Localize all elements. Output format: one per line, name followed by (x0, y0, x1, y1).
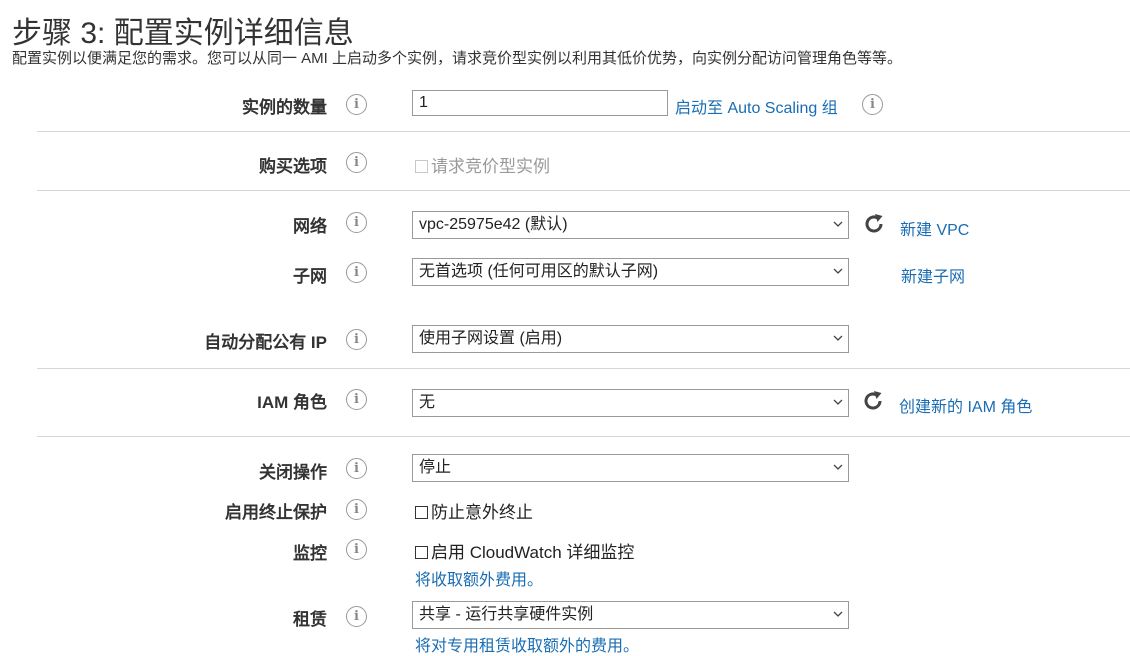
shutdown-select[interactable]: 停止 (412, 454, 849, 482)
subnet-select[interactable]: 无首选项 (任何可用区的默认子网) (412, 258, 849, 286)
instances-info-icon[interactable]: i (346, 94, 367, 115)
refresh-icon[interactable] (861, 389, 885, 413)
iam-info-icon[interactable]: i (346, 389, 367, 410)
monitoring-option[interactable]: 启用 CloudWatch 详细监控 (415, 538, 634, 563)
public-ip-select[interactable]: 使用子网设置 (启用) (412, 325, 849, 353)
auto-scaling-link[interactable]: 启动至 Auto Scaling 组 (675, 94, 838, 118)
network-select[interactable]: vpc-25975e42 (默认) (412, 211, 849, 239)
auto-scaling-info-icon[interactable]: i (862, 94, 883, 115)
shutdown-selected: 停止 (419, 459, 452, 476)
network-label: 网络 (293, 217, 327, 236)
chevron-down-icon (833, 464, 843, 470)
refresh-icon[interactable] (862, 212, 886, 236)
public-ip-selected: 使用子网设置 (启用) (419, 330, 563, 347)
chevron-down-icon (833, 221, 843, 227)
monitoring-label: 监控 (293, 544, 327, 563)
subnet-info-icon[interactable]: i (346, 262, 367, 283)
spot-request-checkbox (415, 160, 428, 173)
shutdown-label: 关闭操作 (259, 463, 327, 482)
tenancy-selected: 共享 - 运行共享硬件实例 (419, 606, 594, 623)
create-vpc-link[interactable]: 新建 VPC (900, 216, 969, 240)
tenancy-info-icon[interactable]: i (346, 606, 367, 627)
chevron-down-icon (833, 268, 843, 274)
chevron-down-icon (833, 399, 843, 405)
termination-checkbox[interactable] (415, 506, 428, 519)
subnet-selected: 无首选项 (任何可用区的默认子网) (419, 263, 659, 280)
divider (37, 190, 1130, 191)
spot-request-label: 请求竞价型实例 (431, 157, 550, 176)
subnet-label: 子网 (293, 267, 327, 286)
instances-count-input[interactable]: 1 (412, 90, 668, 116)
chevron-down-icon (833, 611, 843, 617)
tenancy-select[interactable]: 共享 - 运行共享硬件实例 (412, 601, 849, 629)
tenancy-label: 租赁 (293, 610, 327, 629)
purchase-info-icon[interactable]: i (346, 152, 367, 173)
iam-role-select[interactable]: 无 (412, 389, 849, 417)
spot-request-option: 请求竞价型实例 (415, 152, 550, 177)
create-iam-role-link[interactable]: 创建新的 IAM 角色 (899, 393, 1032, 417)
instances-label: 实例的数量 (242, 98, 327, 117)
page-subtitle: 配置实例以便满足您的需求。您可以从同一 AMI 上启动多个实例，请求竞价型实例以… (12, 50, 903, 67)
purchase-label: 购买选项 (259, 157, 327, 176)
divider (37, 368, 1130, 369)
termination-info-icon[interactable]: i (346, 499, 367, 520)
chevron-down-icon (833, 335, 843, 341)
shutdown-info-icon[interactable]: i (346, 458, 367, 479)
termination-checkbox-label: 防止意外终止 (431, 503, 533, 522)
divider (37, 436, 1130, 437)
create-subnet-link[interactable]: 新建子网 (901, 263, 965, 287)
iam-role-selected: 无 (419, 394, 436, 411)
monitoring-checkbox-label: 启用 CloudWatch 详细监控 (431, 543, 635, 562)
network-info-icon[interactable]: i (346, 212, 367, 233)
public-ip-label: 自动分配公有 IP (204, 333, 327, 352)
tenancy-fee-link[interactable]: 将对专用租赁收取额外的费用。 (415, 632, 639, 656)
monitoring-fee-link[interactable]: 将收取额外费用。 (415, 566, 543, 590)
iam-label: IAM 角色 (257, 393, 327, 412)
network-selected: vpc-25975e42 (默认) (419, 216, 568, 233)
monitoring-checkbox[interactable] (415, 546, 428, 559)
monitoring-info-icon[interactable]: i (346, 539, 367, 560)
termination-option[interactable]: 防止意外终止 (415, 498, 533, 523)
termination-label: 启用终止保护 (225, 503, 327, 522)
public-ip-info-icon[interactable]: i (346, 329, 367, 350)
divider (37, 131, 1130, 132)
page-title: 步骤 3: 配置实例详细信息 (12, 17, 354, 50)
